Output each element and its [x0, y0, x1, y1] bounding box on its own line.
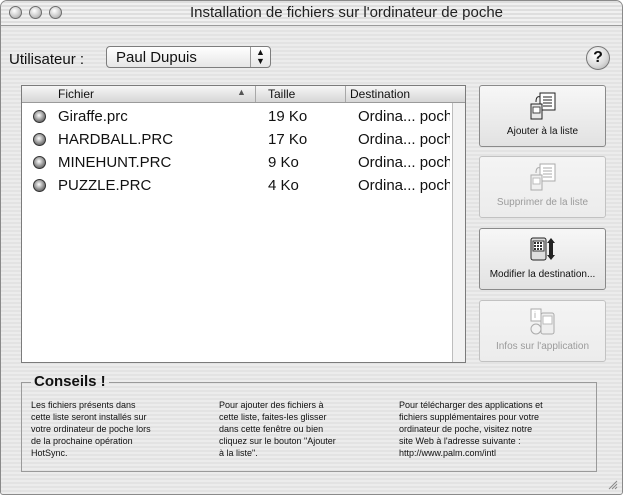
remove-from-list-label: Supprimer de la liste	[496, 197, 589, 208]
help-button[interactable]: ?	[586, 46, 610, 70]
list-row[interactable]: Giraffe.prc 19 Ko Ordina... poch	[22, 106, 452, 128]
prc-file-icon	[33, 179, 46, 192]
tip-line: de la prochaine opération	[31, 436, 133, 446]
prc-file-icon	[33, 133, 46, 146]
updown-arrows-icon: ▲ ▼	[250, 47, 270, 67]
tip-line: à la liste".	[219, 448, 258, 458]
change-destination-button[interactable]: Modifier la destination...	[479, 228, 606, 290]
list-row[interactable]: MINEHUNT.PRC 9 Ko Ordina... poch	[22, 152, 452, 174]
remove-from-list-button[interactable]: Supprimer de la liste	[479, 156, 606, 218]
file-name: HARDBALL.PRC	[58, 131, 174, 148]
file-name: PUZZLE.PRC	[58, 177, 152, 194]
sort-up-icon: ▲	[237, 87, 246, 97]
file-name: Giraffe.prc	[58, 108, 128, 125]
file-size: 4 Ko	[268, 177, 299, 194]
tip-text-1: Les fichiers présents dans cette liste s…	[31, 399, 151, 459]
prc-file-icon	[33, 156, 46, 169]
tip-line: cette liste seront installés sur	[31, 412, 147, 422]
remove-file-icon	[530, 163, 556, 191]
tip-text-2: Pour ajouter des fichiers à cette liste,…	[219, 399, 336, 459]
change-destination-label: Modifier la destination...	[489, 269, 596, 280]
tip-line: ordinateur de poche, visitez notre	[399, 424, 533, 434]
tips-title: Conseils !	[31, 373, 109, 390]
add-to-list-button[interactable]: Ajouter à la liste	[479, 85, 606, 147]
tip-text-3: Pour télécharger des applications et fic…	[399, 399, 543, 459]
user-select[interactable]: Paul Dupuis ▲ ▼	[106, 46, 271, 68]
tip-line: Pour télécharger des applications et	[399, 400, 543, 410]
file-list[interactable]: Fichier ▲ Taille Destination Giraffe.prc…	[21, 85, 466, 363]
user-select-value: Paul Dupuis	[116, 49, 197, 66]
tip-line: HotSync.	[31, 448, 68, 458]
add-file-icon	[530, 92, 556, 120]
app-info-button[interactable]: i Infos sur l'application	[479, 300, 606, 362]
tip-line: site Web à l'adresse suivante :	[399, 436, 521, 446]
window-title: Installation de fichiers sur l'ordinateu…	[189, 4, 504, 21]
prc-file-icon	[33, 110, 46, 123]
help-icon: ?	[593, 49, 603, 66]
tip-line: fichiers supplémentaires pour votre	[399, 412, 540, 422]
app-info-label: Infos sur l'application	[495, 341, 590, 352]
file-size: 19 Ko	[268, 108, 308, 125]
minimize-button[interactable]	[29, 6, 42, 19]
column-header-size[interactable]: Taille	[268, 87, 295, 101]
app-info-icon: i	[530, 308, 555, 335]
tip-line: Pour ajouter des fichiers à	[219, 400, 324, 410]
tip-line: cliquez sur le bouton "Ajouter	[219, 436, 336, 446]
file-destination: Ordina... poch	[358, 154, 450, 171]
tip-line: cette liste, faites-les glisser	[219, 412, 327, 422]
title-bar[interactable]: Installation de fichiers sur l'ordinateu…	[1, 1, 622, 26]
column-divider	[255, 86, 256, 102]
column-header-destination[interactable]: Destination	[350, 87, 410, 101]
list-row[interactable]: HARDBALL.PRC 17 Ko Ordina... poch	[22, 129, 452, 151]
tip-line: Les fichiers présents dans	[31, 400, 136, 410]
change-destination-icon	[530, 237, 555, 261]
column-divider	[345, 86, 346, 102]
add-to-list-label: Ajouter à la liste	[506, 126, 579, 137]
file-name: MINEHUNT.PRC	[58, 154, 172, 171]
list-row[interactable]: PUZZLE.PRC 4 Ko Ordina... poch	[22, 175, 452, 197]
file-destination: Ordina... poch	[358, 131, 450, 148]
file-size: 9 Ko	[268, 154, 299, 171]
column-header-file[interactable]: Fichier	[58, 87, 94, 101]
tip-line[interactable]: http://www.palm.com/intl	[399, 447, 543, 459]
file-destination: Ordina... poch	[358, 108, 450, 125]
resize-grip-icon[interactable]	[608, 480, 618, 490]
install-window: Installation de fichiers sur l'ordinateu…	[0, 0, 623, 495]
tip-line: dans cette fenêtre ou bien	[219, 424, 324, 434]
list-header: Fichier ▲ Taille Destination	[22, 86, 465, 103]
file-size: 17 Ko	[268, 131, 308, 148]
tip-line: votre ordinateur de poche lors	[31, 424, 151, 434]
zoom-button[interactable]	[49, 6, 62, 19]
close-button[interactable]	[9, 6, 22, 19]
vertical-scrollbar[interactable]	[452, 103, 465, 362]
file-destination: Ordina... poch	[358, 177, 450, 194]
user-label: Utilisateur :	[9, 51, 85, 68]
svg-text:i: i	[534, 310, 536, 320]
